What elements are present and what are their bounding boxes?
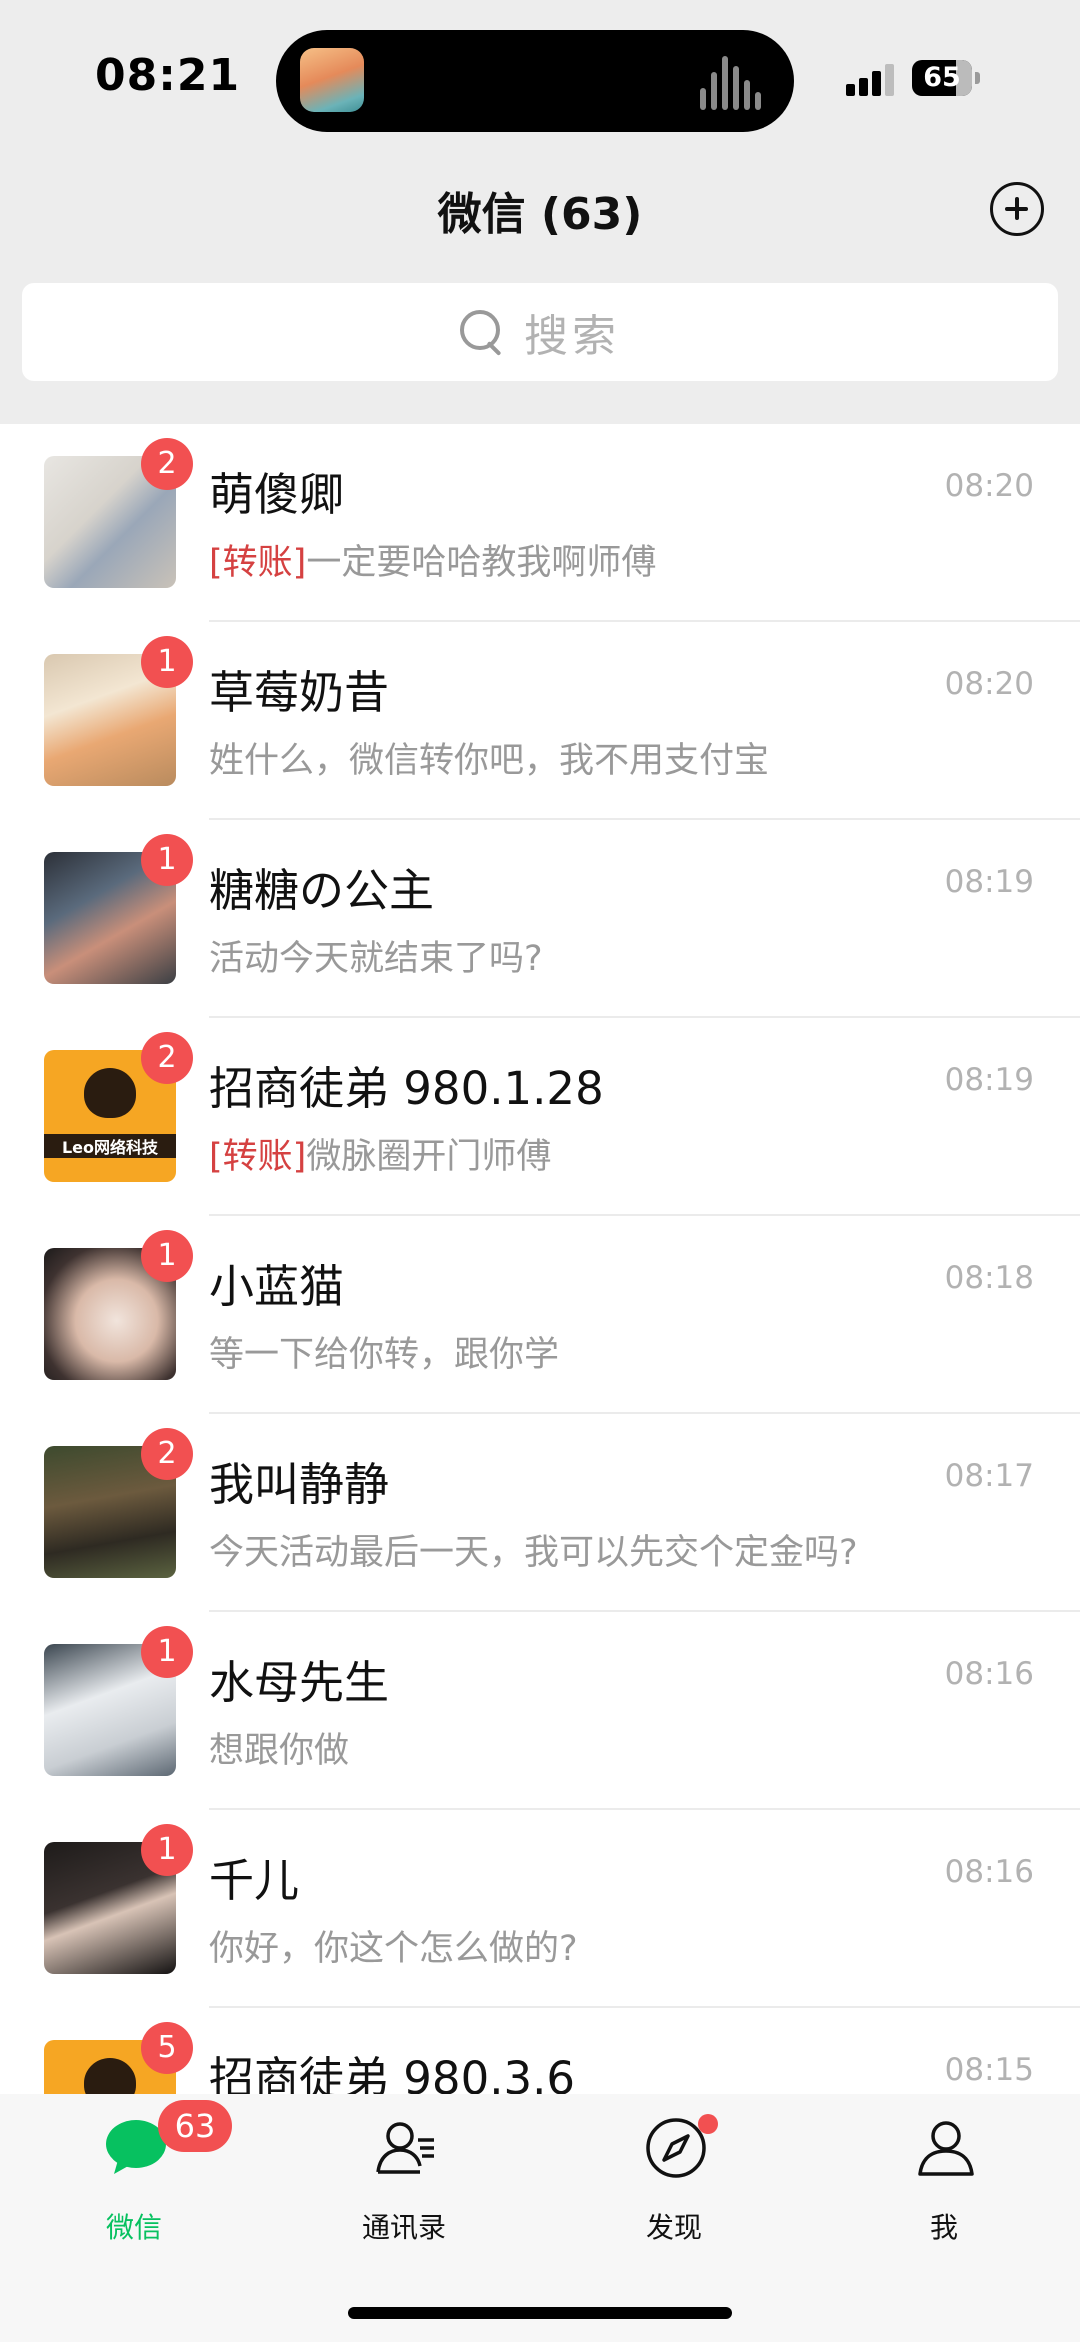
unread-badge: 1: [141, 1824, 193, 1876]
battery-icon: 65: [912, 60, 972, 96]
chat-item[interactable]: 1 小蓝猫 08:18 等一下给你转，跟你学: [0, 1216, 1080, 1414]
tab-bar: 63 微信 通讯录 发现 我: [0, 2094, 1080, 2342]
status-bar: 08:21 65: [0, 0, 1080, 150]
tab-contacts[interactable]: 通讯录: [304, 2116, 504, 2256]
tab-label: 微信: [105, 2211, 162, 2244]
preview-text: 一定要哈哈教我啊师傅: [306, 543, 657, 583]
unread-badge: 1: [141, 1626, 193, 1678]
unread-badge: 1: [141, 834, 193, 886]
chat-time: 08:20: [944, 666, 1034, 702]
chat-preview: 姓什么，微信转你吧，我不用支付宝: [209, 732, 769, 783]
chat-name: 糖糖の公主: [209, 864, 435, 917]
chat-time: 08:19: [944, 864, 1034, 900]
chat-time: 08:15: [944, 2052, 1034, 2088]
new-content-dot: [698, 2114, 718, 2134]
chat-time: 08:19: [944, 1062, 1034, 1098]
tab-discover[interactable]: 发现: [574, 2114, 774, 2256]
battery-tip: [975, 72, 980, 84]
chat-item[interactable]: 1 水母先生 08:16 想跟你做: [0, 1612, 1080, 1810]
now-playing-app-icon: [300, 48, 364, 112]
unread-badge: 2: [141, 1032, 193, 1084]
chat-preview: 活动今天就结束了吗?: [209, 930, 543, 981]
chat-item[interactable]: 1 草莓奶昔 08:20 姓什么，微信转你吧，我不用支付宝: [0, 622, 1080, 820]
unread-badge: 1: [141, 1230, 193, 1282]
chat-name: 小蓝猫: [209, 1260, 345, 1313]
chat-time: 08:16: [944, 1656, 1034, 1692]
avatar-logo-text: Leo网络科技: [44, 1134, 176, 1158]
chat-item[interactable]: Leo网络科技 2 招商徒弟 980.1.28 08:19 [转账]微脉圈开门师…: [0, 1018, 1080, 1216]
chat-name: 千儿: [209, 1854, 300, 1907]
lion-logo-icon: [84, 1068, 136, 1118]
tab-label: 我: [929, 2211, 958, 2244]
transfer-tag: [转账]: [209, 1137, 307, 1177]
home-indicator[interactable]: [348, 2307, 732, 2319]
person-icon: [918, 2121, 974, 2176]
chat-time: 08:18: [944, 1260, 1034, 1296]
tab-chats[interactable]: 63 微信: [34, 2100, 234, 2256]
preview-text: 等一下给你转，跟你学: [209, 1335, 560, 1375]
status-time: 08:21: [95, 50, 241, 101]
tab-label: 通讯录: [361, 2211, 446, 2244]
chat-item[interactable]: 1 千儿 08:16 你好，你这个怎么做的?: [0, 1810, 1080, 2008]
chat-item[interactable]: 5 招商徒弟 980.3.6 08:15: [0, 2008, 1080, 2094]
preview-text: 活动今天就结束了吗?: [209, 939, 543, 979]
chat-preview: [转账]一定要哈哈教我啊师傅: [209, 534, 656, 585]
contacts-icon: [376, 2122, 434, 2174]
cellular-signal-icon: [846, 62, 898, 96]
chat-preview: [转账]微脉圈开门师傅: [209, 1128, 551, 1179]
preview-text: 今天活动最后一天，我可以先交个定金吗?: [209, 1533, 858, 1573]
chat-name: 水母先生: [209, 1656, 390, 1709]
preview-text: 姓什么，微信转你吧，我不用支付宝: [209, 741, 770, 781]
chat-preview: 等一下给你转，跟你学: [209, 1326, 559, 1377]
chat-name: 草莓奶昔: [209, 666, 390, 719]
unread-badge: 2: [141, 1428, 193, 1480]
tab-me[interactable]: 我: [844, 2116, 1044, 2256]
chat-item[interactable]: 2 我叫静静 08:17 今天活动最后一天，我可以先交个定金吗?: [0, 1414, 1080, 1612]
search-icon: [460, 310, 504, 354]
audio-waveform-icon: [700, 54, 764, 110]
chat-name: 我叫静静: [209, 1458, 390, 1511]
tab-label: 发现: [645, 2211, 702, 2244]
unread-badge: 5: [141, 2022, 193, 2074]
preview-text: 你好，你这个怎么做的?: [209, 1929, 578, 1969]
chat-time: 08:20: [944, 468, 1034, 504]
chat-name: 招商徒弟 980.1.28: [209, 1062, 604, 1115]
search-placeholder: 搜索: [524, 311, 620, 362]
unread-badge: 2: [141, 438, 193, 490]
chat-name: 招商徒弟 980.3.6: [209, 2052, 576, 2094]
chat-preview: 你好，你这个怎么做的?: [209, 1920, 578, 1971]
chat-preview: 今天活动最后一天，我可以先交个定金吗?: [209, 1524, 858, 1575]
search-bar[interactable]: 搜索: [22, 283, 1058, 381]
tab-unread-badge: 63: [158, 2100, 232, 2152]
add-button[interactable]: [990, 182, 1044, 236]
chat-item[interactable]: 2 萌傻卿 08:20 [转账]一定要哈哈教我啊师傅: [0, 424, 1080, 622]
battery-level: 65: [923, 62, 961, 93]
unread-badge: 1: [141, 636, 193, 688]
dynamic-island[interactable]: [276, 30, 794, 132]
transfer-tag: [转账]: [209, 543, 307, 583]
chat-item[interactable]: 1 糖糖の公主 08:19 活动今天就结束了吗?: [0, 820, 1080, 1018]
chat-preview: 想跟你做: [209, 1722, 349, 1773]
preview-text: 想跟你做: [209, 1731, 350, 1771]
preview-text: 微脉圈开门师傅: [306, 1137, 552, 1177]
chat-time: 08:17: [944, 1458, 1034, 1494]
page-title: 微信 (63): [437, 189, 643, 240]
chat-time: 08:16: [944, 1854, 1034, 1890]
chat-list: 2 萌傻卿 08:20 [转账]一定要哈哈教我啊师傅 1 草莓奶昔 08:20 …: [0, 424, 1080, 2094]
lion-logo-icon: [84, 2058, 136, 2094]
chat-name: 萌傻卿: [209, 468, 345, 521]
